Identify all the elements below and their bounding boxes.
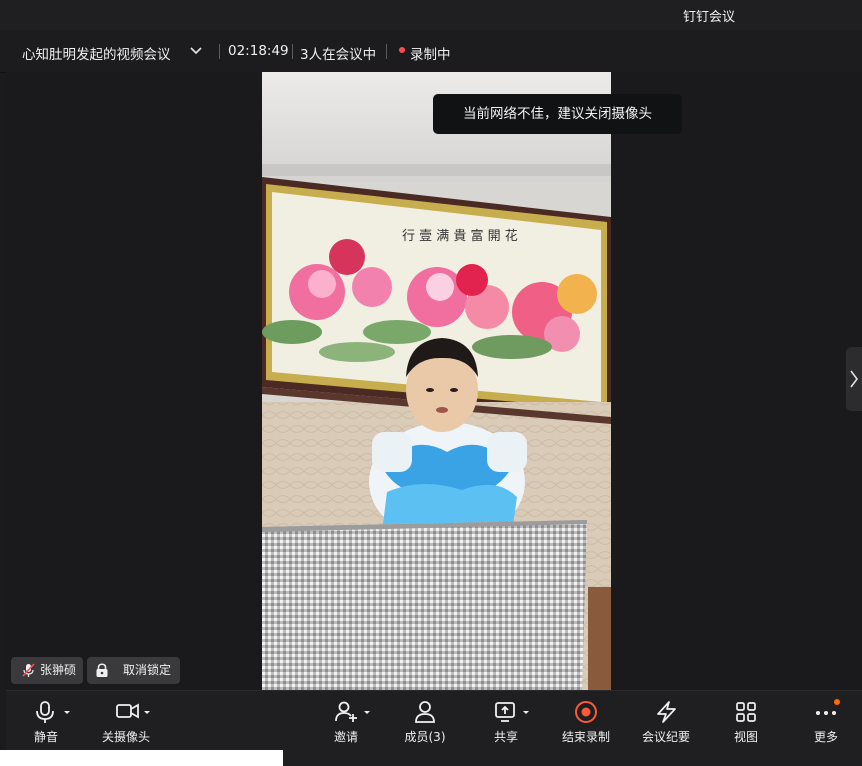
meeting-minutes-label: 会议纪要 xyxy=(641,730,690,744)
meeting-duration: 02:18:49 xyxy=(228,43,289,59)
window-titlebar: 钉钉会议 xyxy=(0,0,862,30)
grid-view-icon xyxy=(736,702,756,722)
video-frame-image: 行 壹 满 貴 富 開 花 xyxy=(262,72,611,690)
unlock-label: 取消锁定 xyxy=(123,663,172,677)
view-button[interactable]: 视图 xyxy=(706,699,786,747)
meeting-title[interactable]: 心知肚明发起的视频会议 xyxy=(22,43,171,63)
more-button[interactable]: 更多 xyxy=(786,699,862,747)
speaker-name: 张翀硕 xyxy=(40,663,77,677)
mute-button[interactable]: 静音 xyxy=(6,699,86,747)
screen-share-icon xyxy=(495,702,529,722)
microphone-icon xyxy=(36,701,70,723)
chevron-down-icon[interactable] xyxy=(189,43,203,57)
members-label: 成员(3) xyxy=(404,730,446,744)
expand-panel-button[interactable] xyxy=(846,347,862,411)
camera-off-button[interactable]: 关摄像头 xyxy=(86,699,166,747)
camera-off-label: 关摄像头 xyxy=(101,730,150,744)
chevron-right-icon xyxy=(850,370,858,388)
background-toolbar-fragment xyxy=(283,750,862,766)
end-recording-label: 结束录制 xyxy=(561,730,610,744)
divider xyxy=(219,44,220,59)
mic-muted-icon xyxy=(22,663,35,677)
share-label: 共享 xyxy=(493,730,518,744)
app-title: 钉钉会议 xyxy=(683,10,736,25)
meeting-toolbar: 静音 关摄像头 邀请 成员(3) 共享 结束录制 会议纪要 视图 更多 xyxy=(6,690,862,751)
network-warning-toast: 当前网络不佳，建议关闭摄像头 xyxy=(433,94,682,134)
share-button[interactable]: 共享 xyxy=(466,699,546,747)
divider xyxy=(386,44,387,59)
more-icon xyxy=(816,699,840,715)
more-label: 更多 xyxy=(813,730,838,744)
meeting-info-bar: 心知肚明发起的视频会议 02:18:49 3人在会议中 录制中 xyxy=(0,30,862,73)
invite-label: 邀请 xyxy=(333,730,358,744)
add-user-icon xyxy=(335,701,370,722)
members-button[interactable]: 成员(3) xyxy=(385,699,465,747)
lock-icon xyxy=(96,663,108,677)
video-camera-icon xyxy=(116,703,150,719)
invite-button[interactable]: 邀请 xyxy=(306,699,386,747)
participant-video[interactable]: 行 壹 满 貴 富 開 花 xyxy=(262,72,611,690)
notification-badge-icon xyxy=(834,699,840,705)
lightning-icon xyxy=(657,701,676,723)
users-icon xyxy=(415,701,435,723)
participant-count[interactable]: 3人在会议中 xyxy=(300,43,376,63)
end-recording-button[interactable]: 结束录制 xyxy=(546,699,626,747)
meeting-minutes-button[interactable]: 会议纪要 xyxy=(626,699,706,747)
svg-text:行 壹 满 貴 富 開 花: 行 壹 满 貴 富 開 花 xyxy=(402,228,518,244)
view-label: 视图 xyxy=(733,730,758,744)
stop-recording-icon xyxy=(575,701,597,723)
mute-label: 静音 xyxy=(33,730,58,744)
unlock-button[interactable]: 取消锁定 xyxy=(87,657,180,684)
recording-dot-icon xyxy=(399,47,405,53)
speaker-tag: 张翀硕 xyxy=(11,657,83,684)
recording-status: 录制中 xyxy=(410,47,451,63)
divider xyxy=(292,44,293,59)
